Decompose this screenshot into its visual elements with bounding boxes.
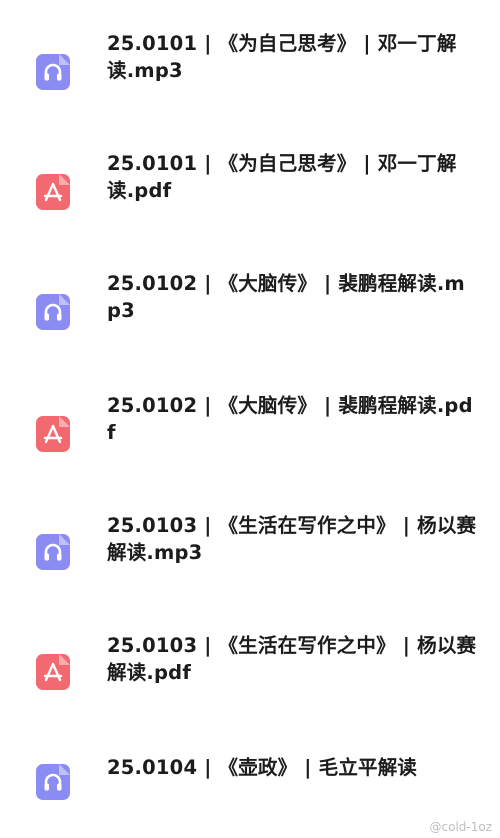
file-row[interactable]: 25.0103 | 《生活在写作之中》 | 杨以赛解读.pdf <box>0 632 500 744</box>
file-row[interactable]: 25.0101 | 《为自己思考》 | 邓一丁解读.mp3 <box>0 30 500 142</box>
headphones-icon <box>36 764 70 800</box>
headphones-icon <box>36 294 70 330</box>
pdf-icon <box>36 654 70 690</box>
file-name: 25.0102 | 《大脑传》 | 裴鹏程解读.pdf <box>107 394 473 444</box>
file-list: 25.0101 | 《为自己思考》 | 邓一丁解读.mp3 25.0101 | … <box>0 0 500 838</box>
file-name: 25.0103 | 《生活在写作之中》 | 杨以赛解读.mp3 <box>107 514 477 564</box>
pdf-icon <box>36 416 70 452</box>
file-name: 25.0104 | 《壶政》 | 毛立平解读 <box>107 756 418 779</box>
file-row[interactable]: 25.0104 | 《壶政》 | 毛立平解读 <box>0 754 500 838</box>
pdf-icon <box>36 174 70 210</box>
file-name: 25.0103 | 《生活在写作之中》 | 杨以赛解读.pdf <box>107 634 477 684</box>
headphones-icon <box>36 534 70 570</box>
headphones-icon <box>36 54 70 90</box>
file-name: 25.0102 | 《大脑传》 | 裴鹏程解读.mp3 <box>107 272 465 322</box>
file-row[interactable]: 25.0103 | 《生活在写作之中》 | 杨以赛解读.mp3 <box>0 512 500 624</box>
watermark: @cold-1oz <box>429 820 493 834</box>
file-row[interactable]: 25.0101 | 《为自己思考》 | 邓一丁解读.pdf <box>0 150 500 262</box>
file-row[interactable]: 25.0102 | 《大脑传》 | 裴鹏程解读.pdf <box>0 392 500 504</box>
file-row[interactable]: 25.0102 | 《大脑传》 | 裴鹏程解读.mp3 <box>0 270 500 382</box>
file-name: 25.0101 | 《为自己思考》 | 邓一丁解读.mp3 <box>107 32 457 82</box>
file-name: 25.0101 | 《为自己思考》 | 邓一丁解读.pdf <box>107 152 457 202</box>
